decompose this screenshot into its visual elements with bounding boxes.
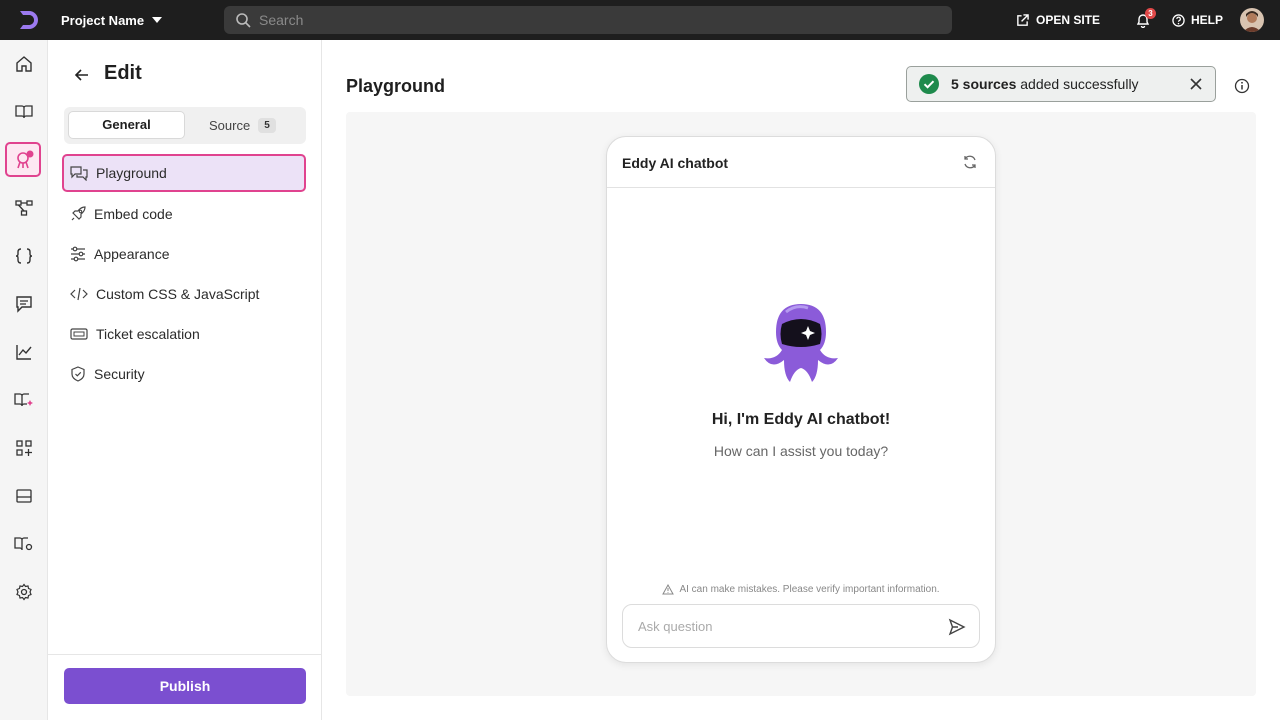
source-count-badge: 5 [258, 117, 276, 133]
notification-badge: 3 [1145, 8, 1156, 19]
chat-bubbles-icon [70, 166, 88, 181]
settings-icon[interactable] [12, 580, 36, 604]
nav-item-embed-code[interactable]: Embed code [62, 195, 306, 233]
search-input[interactable] [259, 12, 939, 28]
panel-divider [48, 654, 321, 655]
disclaimer-text: AI can make mistakes. Please verify impo… [679, 584, 940, 595]
info-icon[interactable] [1234, 78, 1250, 94]
book-settings-icon[interactable] [12, 532, 36, 556]
tab-source-label: Source [209, 117, 251, 133]
nav-item-playground[interactable]: Playground [62, 154, 306, 192]
apps-add-icon[interactable] [12, 436, 36, 460]
help-label: HELP [1191, 13, 1224, 27]
avatar[interactable] [1240, 8, 1264, 32]
analytics-icon[interactable] [12, 340, 36, 364]
top-bar: Project Name OPEN SITE 3 HELP [0, 0, 1280, 40]
ask-question-input[interactable] [638, 618, 928, 634]
success-toast: 5 sources added successfully [906, 66, 1216, 102]
close-icon[interactable] [1189, 77, 1203, 91]
octopus-mascot-icon [762, 302, 840, 384]
check-circle-icon [919, 74, 939, 94]
home-icon[interactable] [12, 52, 36, 76]
comment-icon[interactable] [12, 292, 36, 316]
search-icon [236, 13, 251, 28]
left-rail [0, 40, 48, 720]
toast-message: 5 sources added successfully [951, 76, 1139, 92]
open-site-button[interactable]: OPEN SITE [1016, 0, 1100, 40]
nav-item-appearance[interactable]: Appearance [62, 235, 306, 273]
nav-item-security[interactable]: Security [62, 355, 306, 393]
nav-item-custom-css-js[interactable]: Custom CSS & JavaScript [62, 275, 306, 313]
ask-question-box [622, 604, 980, 648]
chatbot-subgreeting: How can I assist you today? [713, 443, 889, 459]
book-icon[interactable] [12, 100, 36, 124]
nav-label: Ticket escalation [96, 326, 200, 342]
nav-label: Playground [96, 165, 167, 181]
open-site-label: OPEN SITE [1036, 13, 1101, 27]
shield-icon [71, 366, 85, 382]
caret-down-icon [152, 17, 163, 23]
help-icon [1172, 13, 1185, 27]
chatbot-widget: Eddy AI chatbot Hi, I'm Eddy AI chatbot!… [606, 136, 996, 663]
back-arrow-icon[interactable] [72, 65, 92, 85]
code-icon [70, 287, 88, 301]
page-title: Playground [346, 76, 446, 96]
tab-general[interactable]: General [68, 111, 185, 139]
rocket-icon [71, 206, 86, 221]
ai-disclaimer: AI can make mistakes. Please verify impo… [607, 584, 995, 595]
toast-rest: added successfully [1016, 76, 1139, 92]
publish-button[interactable]: Publish [64, 668, 306, 704]
nav-label: Custom CSS & JavaScript [96, 286, 260, 302]
nav-item-ticket-escalation[interactable]: Ticket escalation [62, 315, 306, 353]
sliders-icon [71, 246, 85, 262]
ai-assistant-icon[interactable] [12, 148, 36, 172]
workflow-icon[interactable] [12, 196, 36, 220]
layout-icon[interactable] [12, 484, 36, 508]
code-braces-icon[interactable] [12, 244, 36, 268]
chatbot-greeting: Hi, I'm Eddy AI chatbot! [711, 411, 891, 428]
help-button[interactable]: HELP [1172, 0, 1223, 40]
nav-label: Embed code [94, 206, 173, 222]
panel-title: Edit [104, 62, 142, 84]
project-selector[interactable]: Project Name [61, 0, 163, 40]
search-bar[interactable] [224, 6, 952, 34]
book-ai-icon[interactable] [12, 388, 36, 412]
refresh-icon[interactable] [962, 154, 978, 170]
nav-label: Security [94, 366, 145, 382]
tab-group: General Source 5 [64, 107, 306, 144]
chatbot-header: Eddy AI chatbot [607, 137, 995, 188]
warning-icon [662, 584, 675, 595]
tab-source[interactable]: Source 5 [209, 111, 276, 139]
chatbot-title: Eddy AI chatbot [622, 155, 729, 171]
logo-icon[interactable] [16, 8, 40, 32]
external-link-icon [1017, 13, 1029, 26]
project-name: Project Name [61, 12, 145, 28]
toast-bold: 5 sources [951, 76, 1017, 92]
ticket-icon [70, 328, 88, 340]
edit-panel: Edit General Source 5 Playground Embed c… [48, 40, 322, 720]
nav-label: Appearance [94, 246, 170, 262]
send-icon[interactable] [948, 618, 966, 636]
